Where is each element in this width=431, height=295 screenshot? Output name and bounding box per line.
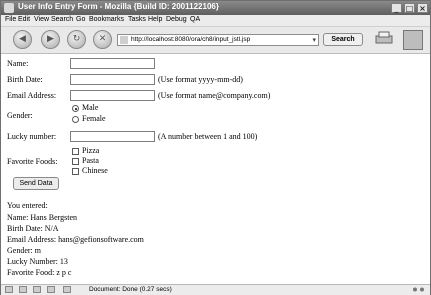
back-arrow-icon: ◀ xyxy=(19,34,26,44)
maximize-button[interactable]: □ xyxy=(404,3,415,13)
search-button-label: Search xyxy=(331,36,355,43)
mail-icon[interactable] xyxy=(19,286,27,293)
result-name: Name: Hans Bergsten xyxy=(7,213,78,222)
food-pizza-checkbox[interactable] xyxy=(72,148,79,155)
navigation-toolbar: ◀ ▶ ↻ ✕ http://localhost:8080/ora/ch8/in… xyxy=(1,27,430,54)
menu-bar: File Edit View Search Go Bookmarks Tasks… xyxy=(1,15,430,27)
menu-view[interactable]: View xyxy=(34,16,49,23)
menu-tasks[interactable]: Tasks xyxy=(128,16,146,23)
email-label: Email Address: xyxy=(7,91,57,100)
address-book-icon[interactable] xyxy=(47,286,55,293)
composer-icon[interactable] xyxy=(33,286,41,293)
close-button[interactable]: × xyxy=(417,3,428,13)
throbber-icon xyxy=(403,30,423,50)
minimize-button[interactable]: _ xyxy=(391,3,402,13)
security-lock-icon xyxy=(63,286,71,293)
name-label: Name: xyxy=(7,59,29,68)
menu-edit[interactable]: Edit xyxy=(18,16,30,23)
lucky-number-field[interactable] xyxy=(70,131,155,142)
gender-male-label: Male xyxy=(82,103,99,112)
birth-date-label: Birth Date: xyxy=(7,75,43,84)
mozilla-app-icon xyxy=(4,3,14,13)
stop-button[interactable]: ✕ xyxy=(93,30,112,49)
reload-icon: ↻ xyxy=(72,34,81,44)
url-bar[interactable]: http://localhost:8080/ora/ch8/input_jstl… xyxy=(117,34,319,46)
name-field[interactable] xyxy=(70,58,155,69)
food-chinese-label: Chinese xyxy=(82,166,108,175)
url-dropdown-icon[interactable]: ▾ xyxy=(312,36,316,44)
forward-arrow-icon: ▶ xyxy=(47,34,54,44)
send-data-button[interactable]: Send Data xyxy=(13,177,59,190)
result-birth-date: Birth Date: N/A xyxy=(7,224,59,233)
menu-file[interactable]: File xyxy=(5,16,16,23)
email-field[interactable] xyxy=(70,90,155,101)
favorite-foods-label: Favorite Foods: xyxy=(7,157,58,166)
results-heading: You entered: xyxy=(7,201,48,210)
menu-search[interactable]: Search xyxy=(51,16,73,23)
gender-female-radio[interactable] xyxy=(72,116,79,123)
food-chinese-checkbox[interactable] xyxy=(72,168,79,175)
gender-male-radio[interactable] xyxy=(72,105,79,112)
lucky-number-hint: (A number between 1 and 100) xyxy=(158,132,258,141)
result-lucky-number: Lucky Number: 13 xyxy=(7,257,68,266)
status-text: Document: Done (0.27 secs) xyxy=(89,286,172,293)
browser-window: User Info Entry Form - Mozilla {Build ID… xyxy=(0,0,431,295)
food-pasta-label: Pasta xyxy=(82,156,99,165)
window-title: User Info Entry Form - Mozilla {Build ID… xyxy=(18,2,219,11)
search-button[interactable]: Search xyxy=(323,33,363,46)
menu-debug[interactable]: Debug xyxy=(166,16,187,23)
forward-button[interactable]: ▶ xyxy=(41,30,60,49)
print-icon[interactable] xyxy=(375,31,393,45)
page-icon xyxy=(120,36,128,44)
reload-button[interactable]: ↻ xyxy=(67,30,86,49)
result-email: Email Address: hans@gefionsoftware.com xyxy=(7,235,144,244)
menu-bookmarks[interactable]: Bookmarks xyxy=(89,16,124,23)
title-bar: User Info Entry Form - Mozilla {Build ID… xyxy=(1,1,430,15)
lucky-number-label: Lucky number: xyxy=(7,132,57,141)
navigator-icon[interactable] xyxy=(5,286,13,293)
menu-go[interactable]: Go xyxy=(76,16,85,23)
back-button[interactable]: ◀ xyxy=(13,30,32,49)
gender-female-label: Female xyxy=(82,114,106,123)
result-favorite-food: Favorite Food: z p c xyxy=(7,268,72,277)
birth-date-field[interactable] xyxy=(70,74,155,85)
gender-label: Gender: xyxy=(7,111,33,120)
food-pizza-label: Pizza xyxy=(82,146,100,155)
status-bar: Document: Done (0.27 secs) xyxy=(1,284,430,295)
email-hint: (Use format name@company.com) xyxy=(158,91,271,100)
result-gender: Gender: m xyxy=(7,246,41,255)
birth-date-hint: (Use format yyyy-mm-dd) xyxy=(158,75,243,84)
online-status-icon xyxy=(413,287,424,292)
send-data-label: Send Data xyxy=(19,180,53,187)
menu-qa[interactable]: QA xyxy=(190,16,200,23)
url-text[interactable]: http://localhost:8080/ora/ch8/input_jstl… xyxy=(131,35,250,45)
stop-icon: ✕ xyxy=(98,34,107,44)
menu-help[interactable]: Help xyxy=(148,16,162,23)
food-pasta-checkbox[interactable] xyxy=(72,158,79,165)
